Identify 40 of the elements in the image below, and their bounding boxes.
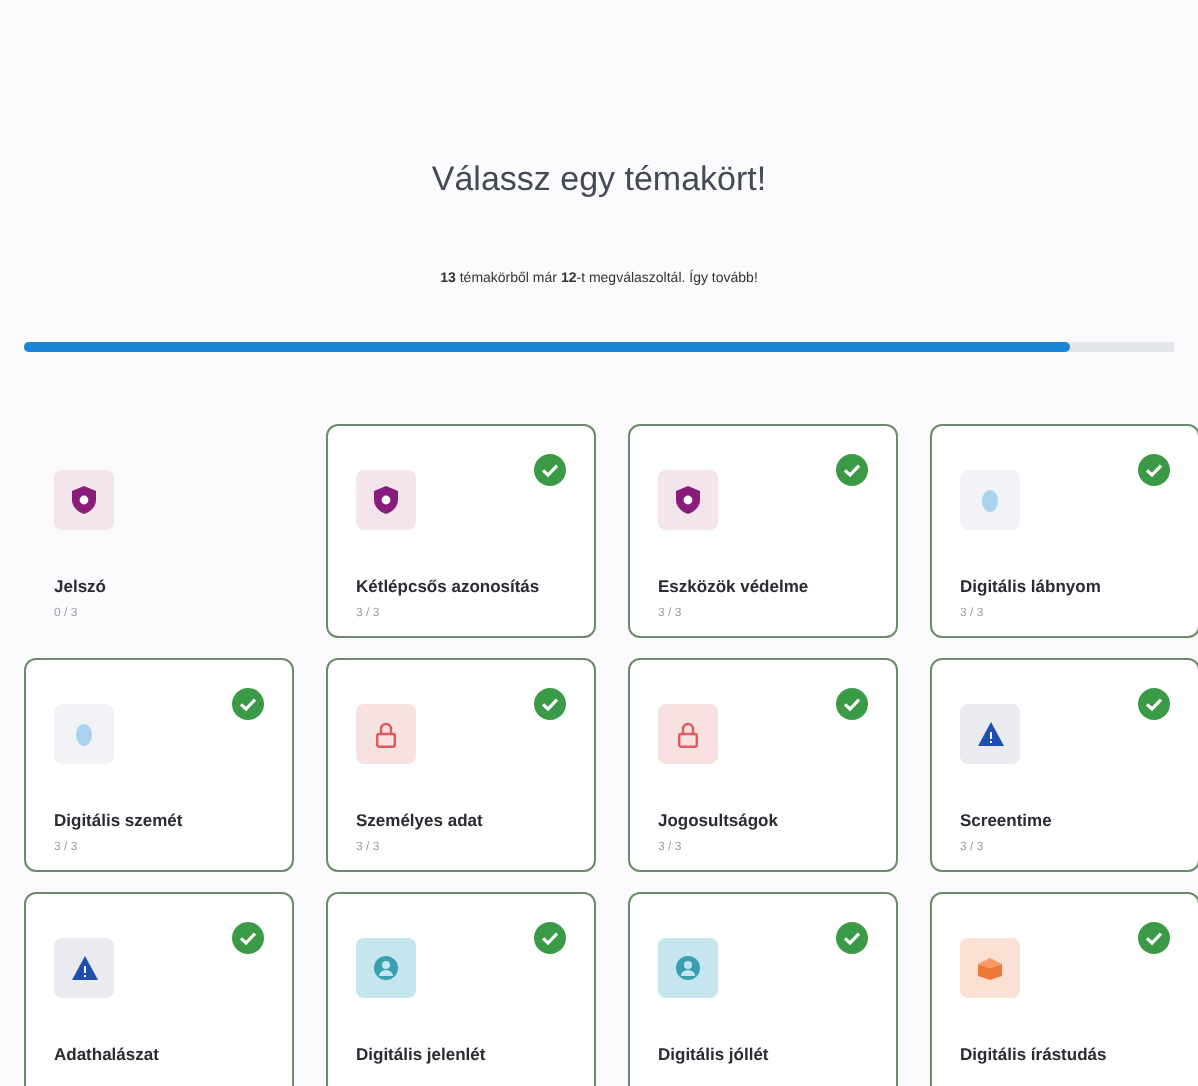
- topic-title: Digitális jelenlét: [356, 1044, 488, 1066]
- check-icon: [534, 454, 566, 486]
- topic-title: Digitális lábnyom: [960, 576, 1103, 598]
- drop-icon: [76, 723, 92, 745]
- shield-icon: [72, 486, 96, 514]
- topic-card[interactable]: Digitális írástudás: [930, 892, 1198, 1086]
- topic-card[interactable]: Digitális jóllét: [628, 892, 898, 1086]
- topic-title: Screentime: [960, 810, 1054, 832]
- check-icon: [232, 922, 264, 954]
- check-icon: [1138, 454, 1170, 486]
- warning-icon: [977, 722, 1003, 746]
- check-icon: [836, 454, 868, 486]
- check-icon: [836, 688, 868, 720]
- topic-title: Kétlépcsős azonosítás: [356, 576, 542, 598]
- warning-icon: [71, 956, 97, 980]
- shield-icon: [676, 486, 700, 514]
- check-icon: [534, 688, 566, 720]
- check-icon: [534, 922, 566, 954]
- check-icon: [1138, 688, 1170, 720]
- check-icon: [836, 922, 868, 954]
- topic-card[interactable]: Digitális jelenlét: [326, 892, 596, 1086]
- page-title: Válassz egy témakört!: [429, 160, 769, 200]
- topic-title: Jelszó: [54, 576, 108, 598]
- topic-title: Eszközök védelme: [658, 576, 811, 598]
- box-icon: [978, 957, 1002, 979]
- person-icon: [676, 956, 700, 980]
- topic-card[interactable]: Adathalászat: [24, 892, 294, 1086]
- lock-icon: [678, 721, 698, 747]
- check-icon: [232, 688, 264, 720]
- topic-title: Digitális írástudás: [960, 1044, 1109, 1066]
- check-icon: [1138, 922, 1170, 954]
- topic-title: Személyes adat: [356, 810, 485, 832]
- drop-icon: [982, 489, 998, 511]
- shield-icon: [374, 486, 398, 514]
- topic-title: Digitális szemét: [54, 810, 185, 832]
- topic-title: Adathalászat: [54, 1044, 161, 1066]
- topic-title: Digitális jóllét: [658, 1044, 771, 1066]
- lock-icon: [376, 721, 396, 747]
- topic-title: Jogosultságok: [658, 810, 780, 832]
- person-icon: [374, 956, 398, 980]
